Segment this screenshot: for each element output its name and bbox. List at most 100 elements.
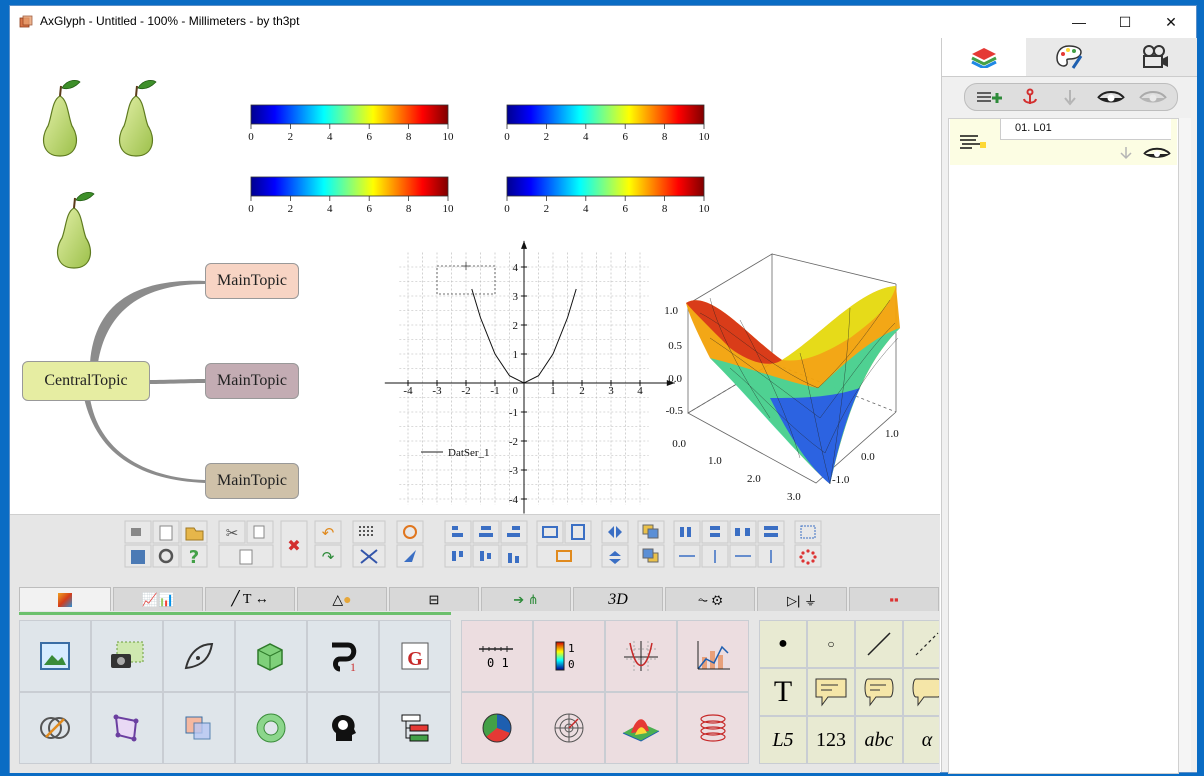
minimize-button[interactable]: — [1056, 6, 1102, 38]
tab-diagram[interactable]: ➔ ⋔ [481, 587, 571, 611]
line-icon[interactable] [855, 620, 903, 668]
symbol-library-icon[interactable]: 1 [307, 620, 379, 692]
align-center-icon[interactable] [472, 520, 500, 544]
tab-general[interactable] [19, 587, 111, 611]
dot-open-icon[interactable]: ○ [807, 620, 855, 668]
group-icon[interactable] [794, 520, 822, 544]
colorbar-tool-icon[interactable]: 10 [533, 620, 605, 692]
surface-plot-icon[interactable] [605, 692, 677, 764]
insert-image-icon[interactable] [19, 620, 91, 692]
callout-round-icon[interactable] [855, 668, 903, 716]
italic-text-icon[interactable]: abc [855, 716, 903, 764]
tab-lines-text[interactable]: ╱ T ↔ [205, 587, 295, 611]
hide-layer-eye-icon[interactable] [1133, 86, 1173, 108]
show-layer-eye-icon[interactable] [1091, 86, 1131, 108]
subscript-text-icon[interactable]: L5 [759, 716, 807, 764]
y-tick-label: -2 [509, 436, 518, 448]
space-v-icon[interactable] [701, 520, 729, 544]
pear-icon[interactable] [56, 191, 95, 269]
mindmap-main-topic[interactable]: MainTopic [205, 263, 299, 299]
layer-visible-eye-icon[interactable] [1142, 147, 1172, 159]
equal-width-icon[interactable] [729, 520, 757, 544]
tab-flowchart[interactable]: ⊟ [389, 587, 479, 611]
ring-icon[interactable] [235, 692, 307, 764]
add-layer-icon[interactable] [969, 86, 1009, 108]
glyph-text-icon[interactable]: G [379, 620, 451, 692]
canvas-content: 0 2 4 6 8 10 0 2 4 6 8 10 0 2 4 6 8 10 0… [42, 79, 900, 514]
mindmap-main-topic[interactable]: MainTopic [205, 363, 299, 399]
tab-misc[interactable]: ▪▪ [849, 587, 939, 611]
svg-text:↷: ↷ [322, 548, 335, 566]
center-page-icon[interactable] [536, 544, 592, 568]
tab-electronics[interactable]: ▷| ⏚ [757, 587, 847, 611]
text-tool-icon[interactable]: T [759, 668, 807, 716]
mindmap-tree-icon[interactable] [379, 692, 451, 764]
layers-tab[interactable] [942, 38, 1026, 76]
align-middle-icon[interactable] [472, 544, 500, 568]
maximize-button[interactable]: ☐ [1102, 6, 1148, 38]
colorbar[interactable]: 0 2 4 6 8 10 [248, 104, 454, 143]
layer-item[interactable]: 01. L01 [950, 119, 1177, 165]
tab-shapes[interactable]: △● [297, 587, 387, 611]
move-down-icon[interactable] [1051, 86, 1089, 108]
number-text-icon[interactable]: 123 [807, 716, 855, 764]
pen-tool-icon[interactable] [163, 620, 235, 692]
colorbar[interactable]: 0 2 4 6 8 10 [248, 176, 454, 215]
intersection-icon[interactable] [19, 692, 91, 764]
colorbar-tick: 2 [288, 203, 294, 215]
boolean-ops-icon[interactable] [163, 692, 235, 764]
colorbar-tick: 0 [504, 203, 510, 215]
y-tick: 0.0 [861, 451, 875, 463]
drawing-canvas[interactable]: 0 2 4 6 8 10 0 2 4 6 8 10 0 2 4 6 8 10 0… [10, 38, 940, 514]
pear-icon[interactable] [118, 79, 157, 157]
mindmap-central-topic[interactable]: CentralTopic [22, 361, 150, 401]
greek-text-icon[interactable]: α [903, 716, 939, 764]
colorbar[interactable]: 0 2 4 6 8 10 [504, 176, 710, 215]
function-plot-2d[interactable]: -4 -3 -2 -1 1 2 3 4 4 3 2 1 -1 -2 -3 -4 0 DatSer_1 [384, 240, 675, 514]
app-icon [19, 15, 33, 28]
callout-oval-icon[interactable] [903, 668, 939, 716]
surface-plot-3d[interactable]: 1.0 0.5 0.0 -0.5 0.0 1.0 2.0 3.0 1.0 0.0… [664, 253, 900, 503]
layer-move-down-icon[interactable] [1118, 146, 1134, 160]
toolbar-group-file: ? [124, 520, 208, 568]
dashed-line-icon[interactable] [903, 620, 939, 668]
axis-ruler-icon[interactable]: 0 1 [461, 620, 533, 692]
tab-charts[interactable]: 📈📊 [113, 587, 203, 611]
align-bottom-icon[interactable] [500, 544, 528, 568]
diode-icon: ▷| ⏚ [787, 593, 817, 608]
mindmap-main-topic[interactable]: MainTopic [205, 463, 299, 499]
colorbar-tick: 6 [366, 131, 372, 143]
polygon-icon[interactable] [91, 692, 163, 764]
anchor-icon[interactable] [1011, 86, 1049, 108]
tab-3d[interactable]: 3D [573, 587, 663, 611]
colorbar[interactable]: 0 2 4 6 8 10 [504, 104, 710, 143]
palette-tabs: 📈📊 ╱ T ↔ △● ⊟ ➔ ⋔ 3D ⏦ ⚙ ▷| ⏚ ▪▪ [15, 587, 940, 611]
tab-circuit[interactable]: ⏦ ⚙ [665, 587, 755, 611]
flip-horizontal-icon[interactable] [601, 520, 629, 544]
polar-plot-icon[interactable] [533, 692, 605, 764]
align-left-icon[interactable] [444, 520, 472, 544]
dot-filled-icon[interactable]: ● [759, 620, 807, 668]
callout-rect-icon[interactable] [807, 668, 855, 716]
colorbar-tick: 0 [504, 131, 510, 143]
layer-list-scrollbar[interactable] [1179, 118, 1191, 772]
styles-tab[interactable] [1026, 38, 1112, 76]
pie-chart-icon[interactable] [461, 692, 533, 764]
close-button[interactable]: ✕ [1148, 6, 1194, 38]
rotate-icon[interactable] [396, 520, 424, 544]
colorbar-tick: 8 [406, 203, 412, 215]
screenshot-icon[interactable] [91, 620, 163, 692]
function-plot-icon[interactable] [605, 620, 677, 692]
distribute-h-icon[interactable] [536, 520, 564, 544]
flowchart-icon: ⊟ [428, 591, 440, 607]
settings-gear-icon[interactable] [152, 544, 180, 568]
align-right-icon[interactable] [500, 520, 528, 544]
head-gear-icon[interactable] [307, 692, 379, 764]
align-top-icon[interactable] [444, 544, 472, 568]
3d-object-icon[interactable] [235, 620, 307, 692]
pear-icon[interactable] [42, 79, 81, 157]
data-chart-icon[interactable] [677, 620, 749, 692]
animation-tab[interactable] [1112, 38, 1197, 76]
spiral-curve-icon[interactable] [677, 692, 749, 764]
equal-height-icon[interactable] [757, 520, 785, 544]
